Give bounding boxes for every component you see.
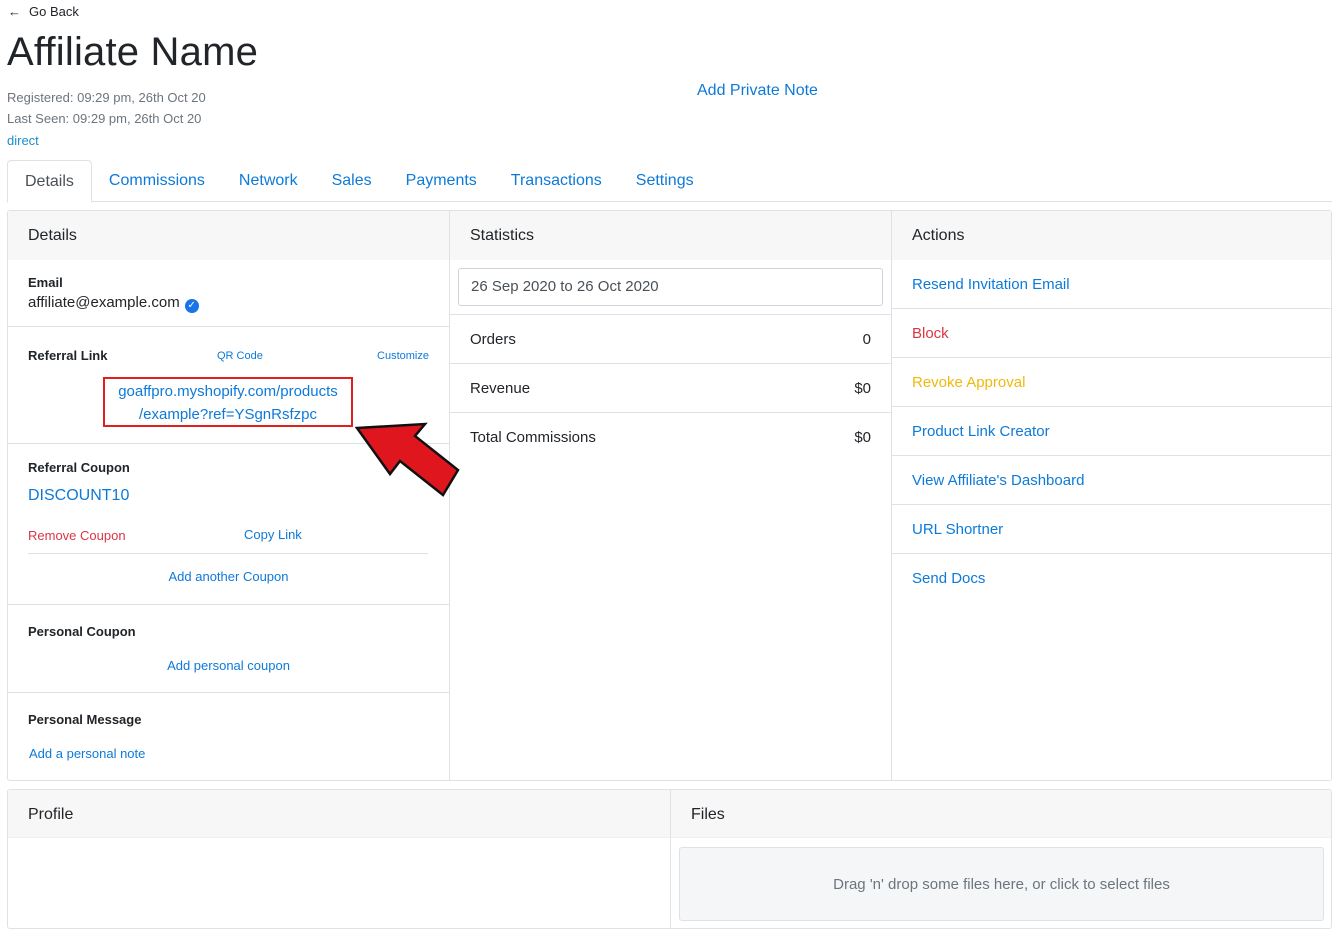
remove-coupon-link[interactable]: Remove Coupon [28, 528, 126, 543]
tab-details[interactable]: Details [7, 160, 92, 203]
add-another-coupon-link[interactable]: Add another Coupon [8, 569, 449, 584]
tab-commissions[interactable]: Commissions [92, 160, 222, 202]
url-shortner-action[interactable]: URL Shortner [892, 505, 1331, 554]
referral-link-line-1: goaffpro.myshopify.com/products [118, 383, 338, 400]
copy-link[interactable]: Copy Link [244, 527, 302, 542]
personal-message-section: Personal Message Add a personal note [8, 693, 449, 781]
email-section: Email affiliate@example.com ✓ [8, 260, 449, 327]
last-seen-date: Last Seen: 09:29 pm, 26th Oct 20 [7, 111, 202, 126]
personal-message-label: Personal Message [28, 712, 142, 727]
statistics-panel: Statistics 26 Sep 2020 to 26 Oct 2020 Or… [449, 211, 891, 780]
email-label: Email [28, 275, 63, 290]
revoke-approval-action[interactable]: Revoke Approval [892, 358, 1331, 407]
email-value-row: affiliate@example.com ✓ [28, 294, 429, 313]
add-private-note-link[interactable]: Add Private Note [697, 82, 818, 100]
stat-value: $0 [854, 379, 871, 397]
stat-value: $0 [854, 428, 871, 446]
stat-label: Total Commissions [470, 428, 596, 446]
date-range-input[interactable]: 26 Sep 2020 to 26 Oct 2020 [458, 268, 883, 306]
tab-sales[interactable]: Sales [315, 160, 389, 202]
bottom-panels: Profile Files Drag 'n' drop some files h… [7, 789, 1332, 929]
stat-row-orders: Orders 0 [450, 314, 891, 363]
personal-coupon-section: Personal Coupon Add personal coupon [8, 605, 449, 693]
files-panel: Files Drag 'n' drop some files here, or … [670, 790, 1331, 928]
tab-payments[interactable]: Payments [389, 160, 494, 202]
coupon-divider [28, 553, 428, 554]
product-link-creator-action[interactable]: Product Link Creator [892, 407, 1331, 456]
stat-row-revenue: Revenue $0 [450, 363, 891, 412]
go-back-link[interactable]: ← Go Back [8, 4, 79, 19]
qr-code-link[interactable]: QR Code [217, 350, 263, 362]
view-affiliate-dashboard-action[interactable]: View Affiliate's Dashboard [892, 456, 1331, 505]
go-back-label: Go Back [29, 4, 79, 19]
referral-coupon-label: Referral Coupon [28, 460, 130, 475]
block-action[interactable]: Block [892, 309, 1331, 358]
personal-coupon-label: Personal Coupon [28, 624, 136, 639]
files-heading: Files [671, 790, 1331, 838]
email-value: affiliate@example.com [28, 294, 180, 311]
actions-heading: Actions [892, 211, 1331, 260]
stat-value: 0 [862, 330, 871, 348]
actions-panel: Actions Resend Invitation Email Block Re… [891, 211, 1331, 780]
tab-network[interactable]: Network [222, 160, 315, 202]
tab-transactions[interactable]: Transactions [494, 160, 619, 202]
statistics-heading: Statistics [450, 211, 891, 260]
add-personal-note-link[interactable]: Add a personal note [29, 746, 145, 761]
file-dropzone[interactable]: Drag 'n' drop some files here, or click … [679, 847, 1324, 921]
stat-label: Revenue [470, 379, 531, 397]
referral-link[interactable]: goaffpro.myshopify.com/products /example… [103, 377, 353, 427]
resend-invitation-email-action[interactable]: Resend Invitation Email [892, 260, 1331, 309]
coupon-code[interactable]: DISCOUNT10 [28, 487, 129, 505]
red-pointer-arrow-icon [355, 422, 460, 497]
tab-bar: Details Commissions Network Sales Paymen… [7, 160, 1332, 203]
referral-link-label: Referral Link [28, 348, 108, 363]
main-panels: Details Email affiliate@example.com ✓ Ref… [7, 210, 1332, 781]
add-personal-coupon-link[interactable]: Add personal coupon [8, 658, 449, 673]
stat-row-total-commissions: Total Commissions $0 [450, 412, 891, 461]
profile-panel: Profile [8, 790, 670, 928]
profile-heading: Profile [8, 790, 670, 838]
tab-settings[interactable]: Settings [619, 160, 711, 202]
send-docs-action[interactable]: Send Docs [892, 554, 1331, 603]
details-heading: Details [8, 211, 449, 260]
verified-check-icon: ✓ [184, 299, 199, 313]
page-title: Affiliate Name [7, 30, 259, 74]
referral-link-line-2: /example?ref=YSgnRsfzpc [138, 406, 317, 423]
arrow-left-icon: ← [8, 4, 21, 19]
registered-date: Registered: 09:29 pm, 26th Oct 20 [7, 90, 206, 105]
customize-link[interactable]: Customize [377, 350, 429, 362]
stat-label: Orders [470, 330, 516, 348]
source-link[interactable]: direct [7, 133, 39, 148]
